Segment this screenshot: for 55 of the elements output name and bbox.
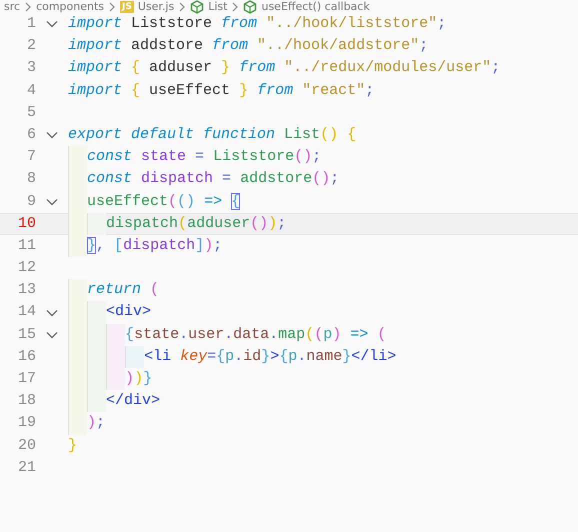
line-number: 4 <box>26 80 36 101</box>
line-number: 13 <box>16 280 36 300</box>
chevron-icon <box>24 2 32 12</box>
line-number: 16 <box>16 346 36 367</box>
code-line: <li key={p.id}>{p.name}</li> <box>68 346 396 368</box>
chevron-icon <box>178 2 186 12</box>
fold-chevron-icon[interactable] <box>46 131 58 140</box>
breadcrumb-item[interactable]: components <box>36 0 104 13</box>
line-number: 19 <box>16 413 36 434</box>
line-number: 7 <box>26 147 36 168</box>
code-line: import { useEffect } from "react"; <box>68 80 374 101</box>
fold-chevron-icon[interactable] <box>46 20 58 28</box>
code-line: import { adduser } from "../redux/modules/user"; <box>68 58 500 78</box>
line-number: 3 <box>26 58 36 78</box>
line-number: 15 <box>16 324 36 345</box>
breadcrumb-item[interactable]: User.js <box>138 0 174 13</box>
line-number: 11 <box>16 236 36 256</box>
code-line: import addstore from "../hook/addstore"; <box>68 36 428 56</box>
line-number: 9 <box>26 192 36 212</box>
code-line: } <box>68 436 78 456</box>
line-number: 12 <box>16 258 36 278</box>
code-line: dispatch(adduser()); <box>68 212 286 235</box>
line-number: 18 <box>16 391 36 412</box>
line-number: 21 <box>16 458 36 478</box>
code-line: </div> <box>68 390 160 412</box>
code-line: return ( <box>68 279 160 302</box>
line-number: 8 <box>26 169 36 190</box>
line-number: 20 <box>16 436 36 456</box>
line-number: 2 <box>26 36 36 56</box>
fold-chevron-icon[interactable] <box>46 308 58 317</box>
code-line: const state = Liststore(); <box>68 146 322 168</box>
line-number: 14 <box>16 302 36 322</box>
line-number: 17 <box>16 369 36 389</box>
fold-chevron-icon[interactable] <box>46 198 58 206</box>
code-line: const dispatch = addstore(); <box>68 168 340 190</box>
chevron-icon <box>108 2 116 12</box>
line-number: 5 <box>26 102 36 123</box>
breadcrumb-item[interactable]: List <box>208 0 228 13</box>
code-line: export default function List() { <box>68 124 356 145</box>
line-number: 10 <box>16 214 36 234</box>
breadcrumb-item[interactable]: src <box>4 0 20 13</box>
code-line: {state.user.data.map((p) => ( <box>68 324 386 346</box>
code-line: useEffect(() => { <box>68 190 240 213</box>
file-type-icon: JS <box>120 0 134 12</box>
code-line: ))} <box>68 368 152 390</box>
fold-chevron-icon[interactable] <box>46 330 58 339</box>
breadcrumb-item[interactable]: useEffect() callback <box>261 0 370 13</box>
chevron-icon <box>231 2 240 12</box>
line-number: 6 <box>26 124 36 145</box>
line-number: 1 <box>26 14 36 34</box>
cube-icon <box>243 0 258 14</box>
code-line: import Liststore from "../hook/liststore"; <box>68 14 446 34</box>
code-line: <div> <box>68 301 152 324</box>
cube-icon <box>190 0 204 14</box>
code-line: }, [dispatch]); <box>68 234 222 258</box>
